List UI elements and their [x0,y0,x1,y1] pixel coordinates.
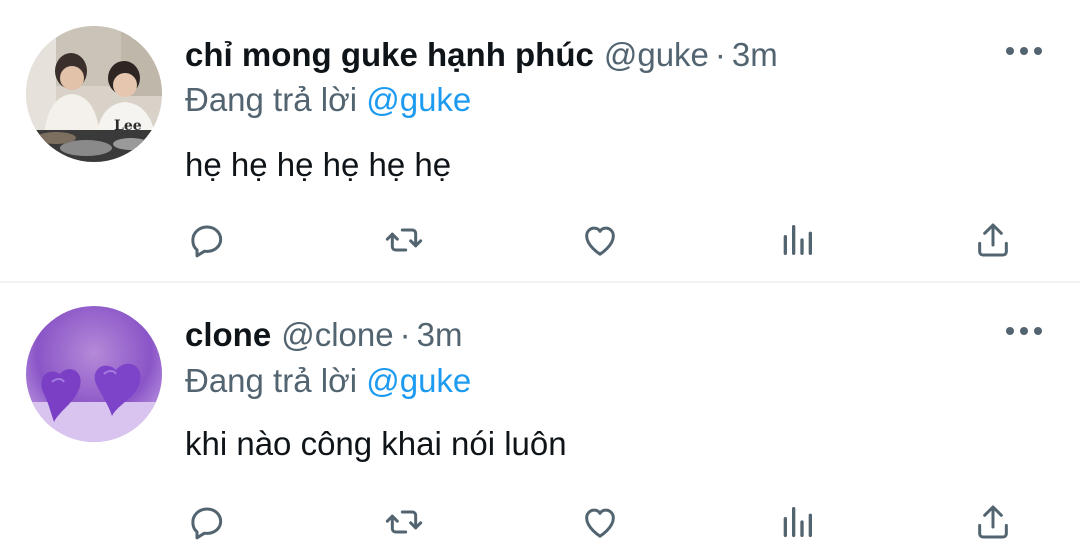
separator-dot: · [714,36,726,73]
share-button[interactable] [971,500,1015,544]
reply-context: Đang trả lời @guke [185,78,471,122]
share-icon [978,505,1008,539]
action-bar [0,500,1080,544]
views-icon [783,507,812,537]
views-button[interactable] [775,218,819,262]
like-button[interactable] [578,218,622,262]
user-handle[interactable]: @clone [281,313,393,357]
reply-prefix: Đang trả lời [185,362,358,399]
like-button[interactable] [578,500,622,544]
like-icon [585,226,615,256]
retweet-button[interactable] [382,218,426,262]
tweet[interactable]: Lee chỉ mong guke hạnh phúc @guke · 3m Đ… [0,0,1080,283]
tweet-header: clone @clone · 3m [185,313,462,357]
reply-to-handle[interactable]: @guke [366,362,471,399]
avatar[interactable]: Lee [26,26,162,162]
display-name[interactable]: chỉ mong guke hạnh phúc [185,33,594,77]
share-button[interactable] [971,218,1015,262]
avatar[interactable] [26,306,162,442]
reply-to-handle[interactable]: @guke [366,81,471,118]
retweet-button[interactable] [382,500,426,544]
tweet[interactable]: clone @clone · 3m Đang trả lời @guke khi… [0,282,1080,556]
display-name[interactable]: clone [185,313,271,357]
retweet-icon [385,228,423,252]
tweet-header: chỉ mong guke hạnh phúc @guke · 3m [185,33,778,77]
more-options-icon[interactable] [1006,325,1042,337]
separator-dot: · [399,316,411,353]
reply-prefix: Đang trả lời [185,81,358,118]
tweet-text: khi nào công khai nói luôn [185,425,567,462]
reply-context: Đang trả lời @guke [185,359,471,403]
retweet-icon [385,510,423,534]
like-icon [585,508,615,538]
share-icon [978,223,1008,257]
timestamp[interactable]: 3m [732,33,778,77]
reply-icon [191,225,223,258]
timestamp[interactable]: 3m [417,313,463,357]
reply-button[interactable] [185,218,229,262]
user-handle[interactable]: @guke [604,33,709,77]
reply-icon [191,507,223,540]
action-bar [0,218,1080,262]
views-button[interactable] [775,500,819,544]
more-options-icon[interactable] [1006,45,1042,57]
views-icon [783,225,812,255]
reply-button[interactable] [185,500,229,544]
tweet-text: hẹ hẹ hẹ hẹ hẹ hẹ [185,146,452,183]
